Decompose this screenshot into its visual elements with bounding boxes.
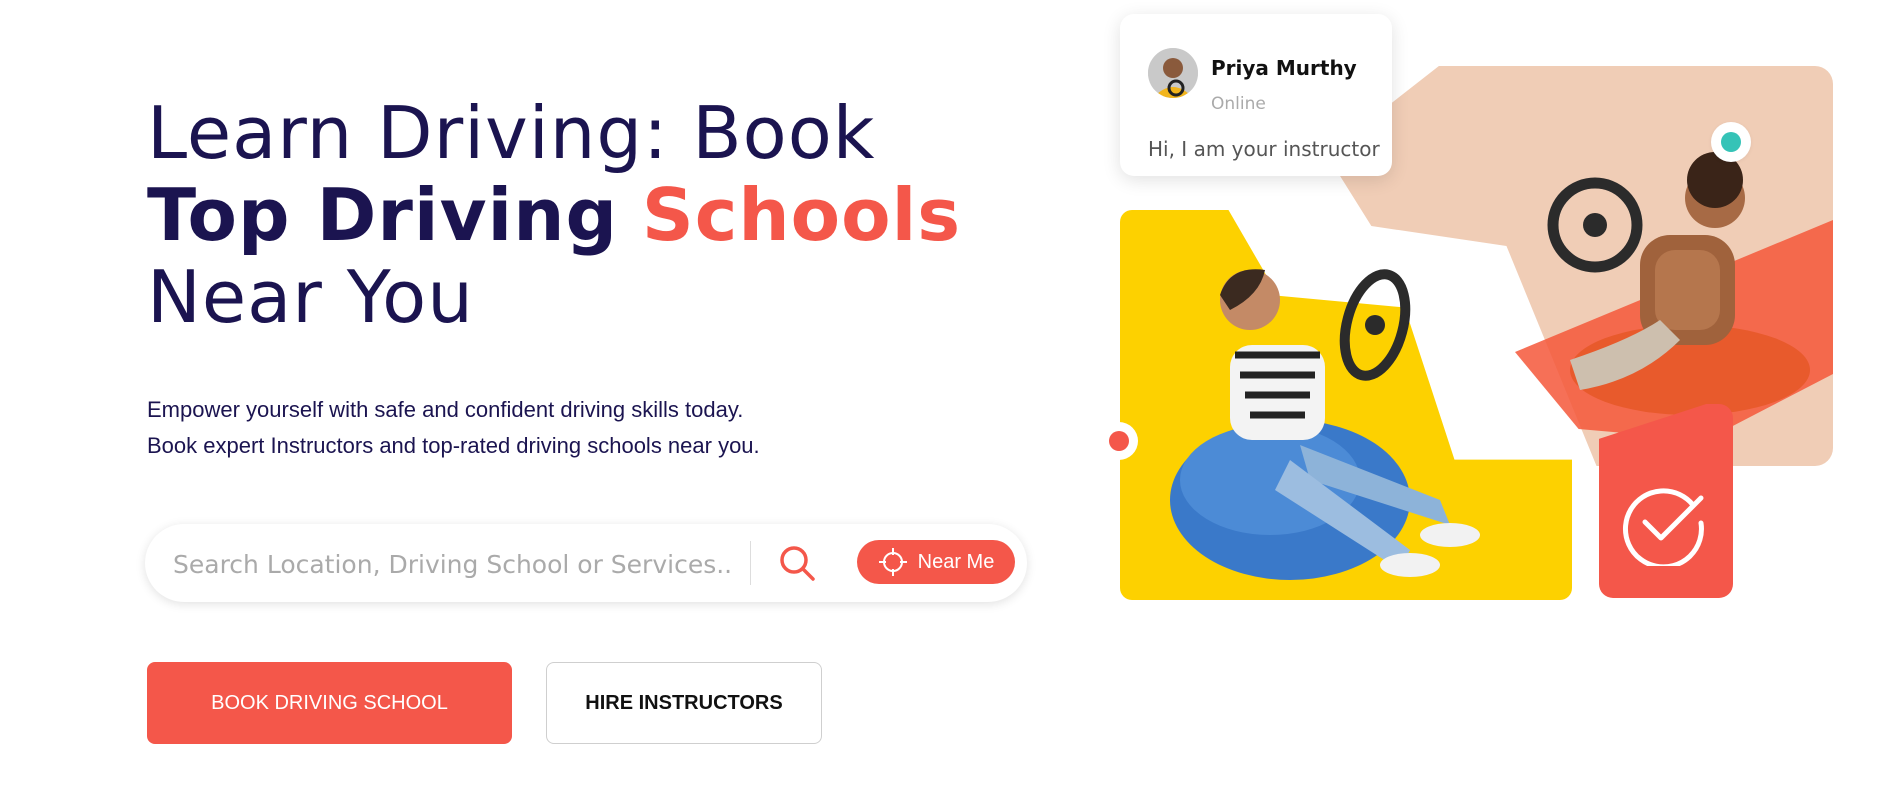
red-dot-decoration: [1100, 422, 1138, 460]
hero-title-line-1: Learn Driving: Book: [147, 91, 876, 175]
search-divider: [750, 541, 751, 585]
hero-title-bold: Top Driving: [147, 173, 618, 257]
near-me-label: Near Me: [917, 550, 995, 573]
instructor-status: Online: [1211, 94, 1266, 114]
hero-title: Learn Driving: Book Top Driving Schools …: [147, 92, 961, 338]
hire-instructors-button[interactable]: HIRE INSTRUCTORS: [546, 662, 822, 744]
hero-subtitle-line-1: Empower yourself with safe and confident…: [147, 397, 744, 422]
search-input[interactable]: [171, 543, 735, 585]
hero-title-accent: Schools: [641, 173, 962, 257]
search-bar: Near Me: [145, 524, 1027, 602]
hero-visual: Priya Murthy Online Hi, I am your instru…: [1100, 0, 1886, 803]
avatar: [1148, 48, 1198, 98]
near-me-button[interactable]: Near Me: [857, 540, 1015, 584]
search-button[interactable]: [773, 542, 823, 586]
hero-title-line-2: Top Driving Schools: [147, 174, 961, 256]
instructor-name: Priya Murthy: [1211, 56, 1357, 80]
female-student-illustration: [1170, 269, 1480, 580]
check-card: [1599, 404, 1733, 598]
chat-message: Hi, I am your instructor: [1148, 137, 1380, 161]
crosshair-icon: [878, 548, 907, 576]
hero-title-line-3: Near You: [147, 255, 474, 339]
hero-subtitle-line-2: Book expert Instructors and top-rated dr…: [147, 433, 760, 458]
teal-dot-decoration: [1711, 122, 1751, 162]
book-driving-school-button[interactable]: BOOK DRIVING SCHOOL: [147, 662, 512, 744]
search-icon: [780, 546, 815, 581]
avatar-image: [1148, 48, 1198, 98]
checkmark-icon: [1623, 488, 1704, 566]
instructor-chat-card[interactable]: Priya Murthy Online Hi, I am your instru…: [1120, 14, 1392, 176]
hero-subtitle: Empower yourself with safe and confident…: [147, 392, 760, 464]
